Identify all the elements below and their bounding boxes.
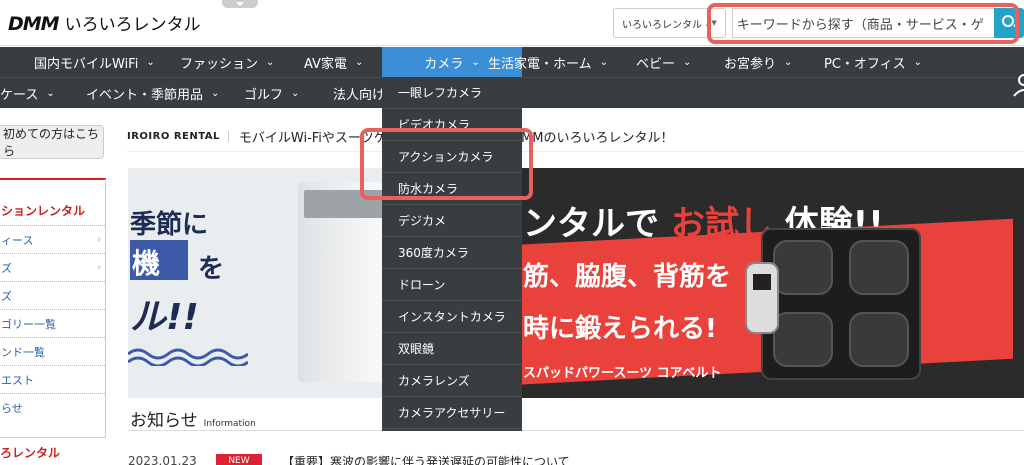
menu-item-slr-camera[interactable]: 一眼レフカメラ <box>382 77 522 109</box>
news-item[interactable]: 2023.01.23 NEW 【重要】寒波の影響に伴う発送遅延の可能性について <box>128 454 1024 465</box>
sidebar-item[interactable]: ズ › <box>0 253 105 281</box>
site-header: DMM いろいろレンタル いろいろレンタル ▲▼ キーワードから探す（商品・サー… <box>0 0 1024 46</box>
banner-slide-right[interactable]: ンタルで お試し 体験!! 筋、脇腹、背筋を 時に鍛えられる! スパッドパワース… <box>493 168 1024 398</box>
nav-item-omiyamairi[interactable]: お宮参り ⌄ <box>724 47 792 77</box>
banner-product-name: スパッドパワースーツ コアベルト <box>523 366 722 381</box>
logo-text: いろいろレンタル <box>64 15 201 35</box>
sidebar-item[interactable]: ゴリー一覧 <box>0 309 105 337</box>
search-category-select[interactable]: いろいろレンタル ▲▼ <box>613 8 726 38</box>
chevron-down-icon: ⌄ <box>46 87 55 99</box>
info-strip: IROIRO RENTAL モバイルWi-Fiやスーツケ DMMのいろいろレンタ… <box>127 122 1024 152</box>
sidebar-heading: ションレンタル <box>1 204 86 218</box>
menu-item-video-camera[interactable]: ビデオカメラ <box>382 109 522 141</box>
menu-item-camera-accessory[interactable]: カメラアクセサリー <box>382 397 522 429</box>
nav-item-corporate[interactable]: 法人向け <box>333 78 385 108</box>
search-category-value: いろいろレンタル <box>622 19 702 31</box>
chevron-right-icon: › <box>97 234 101 245</box>
ems-belt-image <box>761 228 921 380</box>
nav-item-home-appliance[interactable]: 生活家電・ホーム ⌄ <box>488 47 608 77</box>
news-date: 2023.01.23 <box>128 454 197 465</box>
menu-item-instant-camera[interactable]: インスタントカメラ <box>382 301 522 333</box>
chevron-down-icon: ⌄ <box>291 87 300 99</box>
banner-text: 時に鍛えられる! <box>523 314 717 344</box>
logo-brand: DMM <box>8 13 60 35</box>
chevron-down-icon: ⌄ <box>266 56 275 68</box>
divider <box>128 430 1024 431</box>
search-bar: いろいろレンタル ▲▼ キーワードから探す（商品・サービス・ゲ <box>613 6 1024 40</box>
chevron-down-icon: ⌄ <box>471 56 480 68</box>
chevron-down-icon: ⌄ <box>354 56 364 68</box>
chevron-down-icon <box>236 2 244 6</box>
search-button[interactable] <box>993 8 1024 38</box>
chevron-down-icon: ⌄ <box>683 56 692 68</box>
banner-left-box-text: 機 <box>132 247 161 280</box>
sidebar-item[interactable]: エスト <box>0 365 105 393</box>
sidebar-footer-heading: ろレンタル <box>0 446 61 460</box>
camera-dropdown-menu: 一眼レフカメラ ビデオカメラ アクションカメラ 防水カメラ デジカメ 360度カ… <box>382 77 522 431</box>
nav-item-case[interactable]: ケース ⌄ <box>0 78 55 108</box>
chevron-down-icon: ⌄ <box>913 56 923 68</box>
left-sidebar: ションレンタル ィース › ズ › ズ ゴリー一覧 ンド一覧 エスト らせ <box>0 178 106 438</box>
menu-item-digital-camera[interactable]: デジカメ <box>382 205 522 237</box>
info-text: モバイルWi-Fiやスーツケ <box>238 131 387 146</box>
site-logo[interactable]: DMM いろいろレンタル <box>8 10 201 35</box>
menu-item-binoculars[interactable]: 双眼鏡 <box>382 333 522 365</box>
menu-item-drone[interactable]: ドローン <box>382 269 522 301</box>
nav-item-av[interactable]: AV家電 ⌄ <box>304 47 363 77</box>
menu-item-camera-lens[interactable]: カメラレンズ <box>382 365 522 397</box>
banner-left-text: 季節に <box>130 210 209 240</box>
chevron-down-icon: ⌄ <box>211 87 220 99</box>
nav-item-golf[interactable]: ゴルフ ⌄ <box>244 78 299 108</box>
menu-item-action-camera[interactable]: アクションカメラ <box>382 141 522 173</box>
nav-item-mobile-wifi[interactable]: 国内モバイルWiFi ⌄ <box>34 47 155 77</box>
main-nav: 国内モバイルWiFi ⌄ ファッション ⌄ AV家電 ⌄ カメラ ⌄ 生活家電・ホーム ⌄… <box>0 47 1024 77</box>
sidebar-item[interactable]: ィース › <box>0 225 105 253</box>
info-text-right: DMMのいろいろレンタル！ <box>511 131 674 146</box>
menu-item-360-camera[interactable]: 360度カメラ <box>382 237 522 269</box>
sidebar-item[interactable]: ンド一覧 <box>0 337 105 365</box>
wave-decoration <box>128 348 248 366</box>
nav-item-fashion[interactable]: ファッション ⌄ <box>180 47 274 77</box>
news-text[interactable]: 【重要】寒波の影響に伴う発送遅延の可能性について <box>282 453 570 465</box>
chevron-right-icon: › <box>97 262 101 273</box>
nav-item-event[interactable]: イベント・季節用品 ⌄ <box>86 78 219 108</box>
collapse-tab[interactable] <box>222 0 258 8</box>
user-icon[interactable] <box>1010 70 1024 104</box>
search-placeholder: キーワードから探す（商品・サービス・ゲ <box>736 17 984 33</box>
nav-item-pc-office[interactable]: PC・オフィス ⌄ <box>824 47 922 77</box>
info-label: IROIRO RENTAL <box>127 131 229 142</box>
chevron-down-icon: ⌄ <box>599 56 609 68</box>
remote-image <box>745 262 779 334</box>
banner-left-text: を <box>198 254 225 284</box>
sidebar-item[interactable]: らせ <box>0 393 105 421</box>
sidebar-item[interactable]: ズ <box>0 281 105 309</box>
nav-item-baby[interactable]: ベビー ⌄ <box>636 47 691 77</box>
select-arrows-icon: ▲▼ <box>706 19 717 27</box>
promo-banner[interactable]: 季節に 機 を ル!! ンタルで お試し 体験!! 筋、脇腹、背筋を 時に鍛えら… <box>128 168 1024 398</box>
menu-item-waterproof-camera[interactable]: 防水カメラ <box>382 173 522 205</box>
news-heading: お知らせ Information <box>130 411 256 431</box>
chevron-down-icon: ⌄ <box>784 56 793 68</box>
banner-text: 筋、脇腹、背筋を <box>523 262 732 292</box>
first-time-button[interactable]: 初めての方はこちら <box>0 125 104 159</box>
banner-left-text: ル!! <box>130 297 199 338</box>
new-badge: NEW <box>216 454 262 465</box>
chevron-down-icon: ⌄ <box>146 56 155 68</box>
search-input[interactable]: キーワードから探す（商品・サービス・ゲ <box>731 8 994 38</box>
